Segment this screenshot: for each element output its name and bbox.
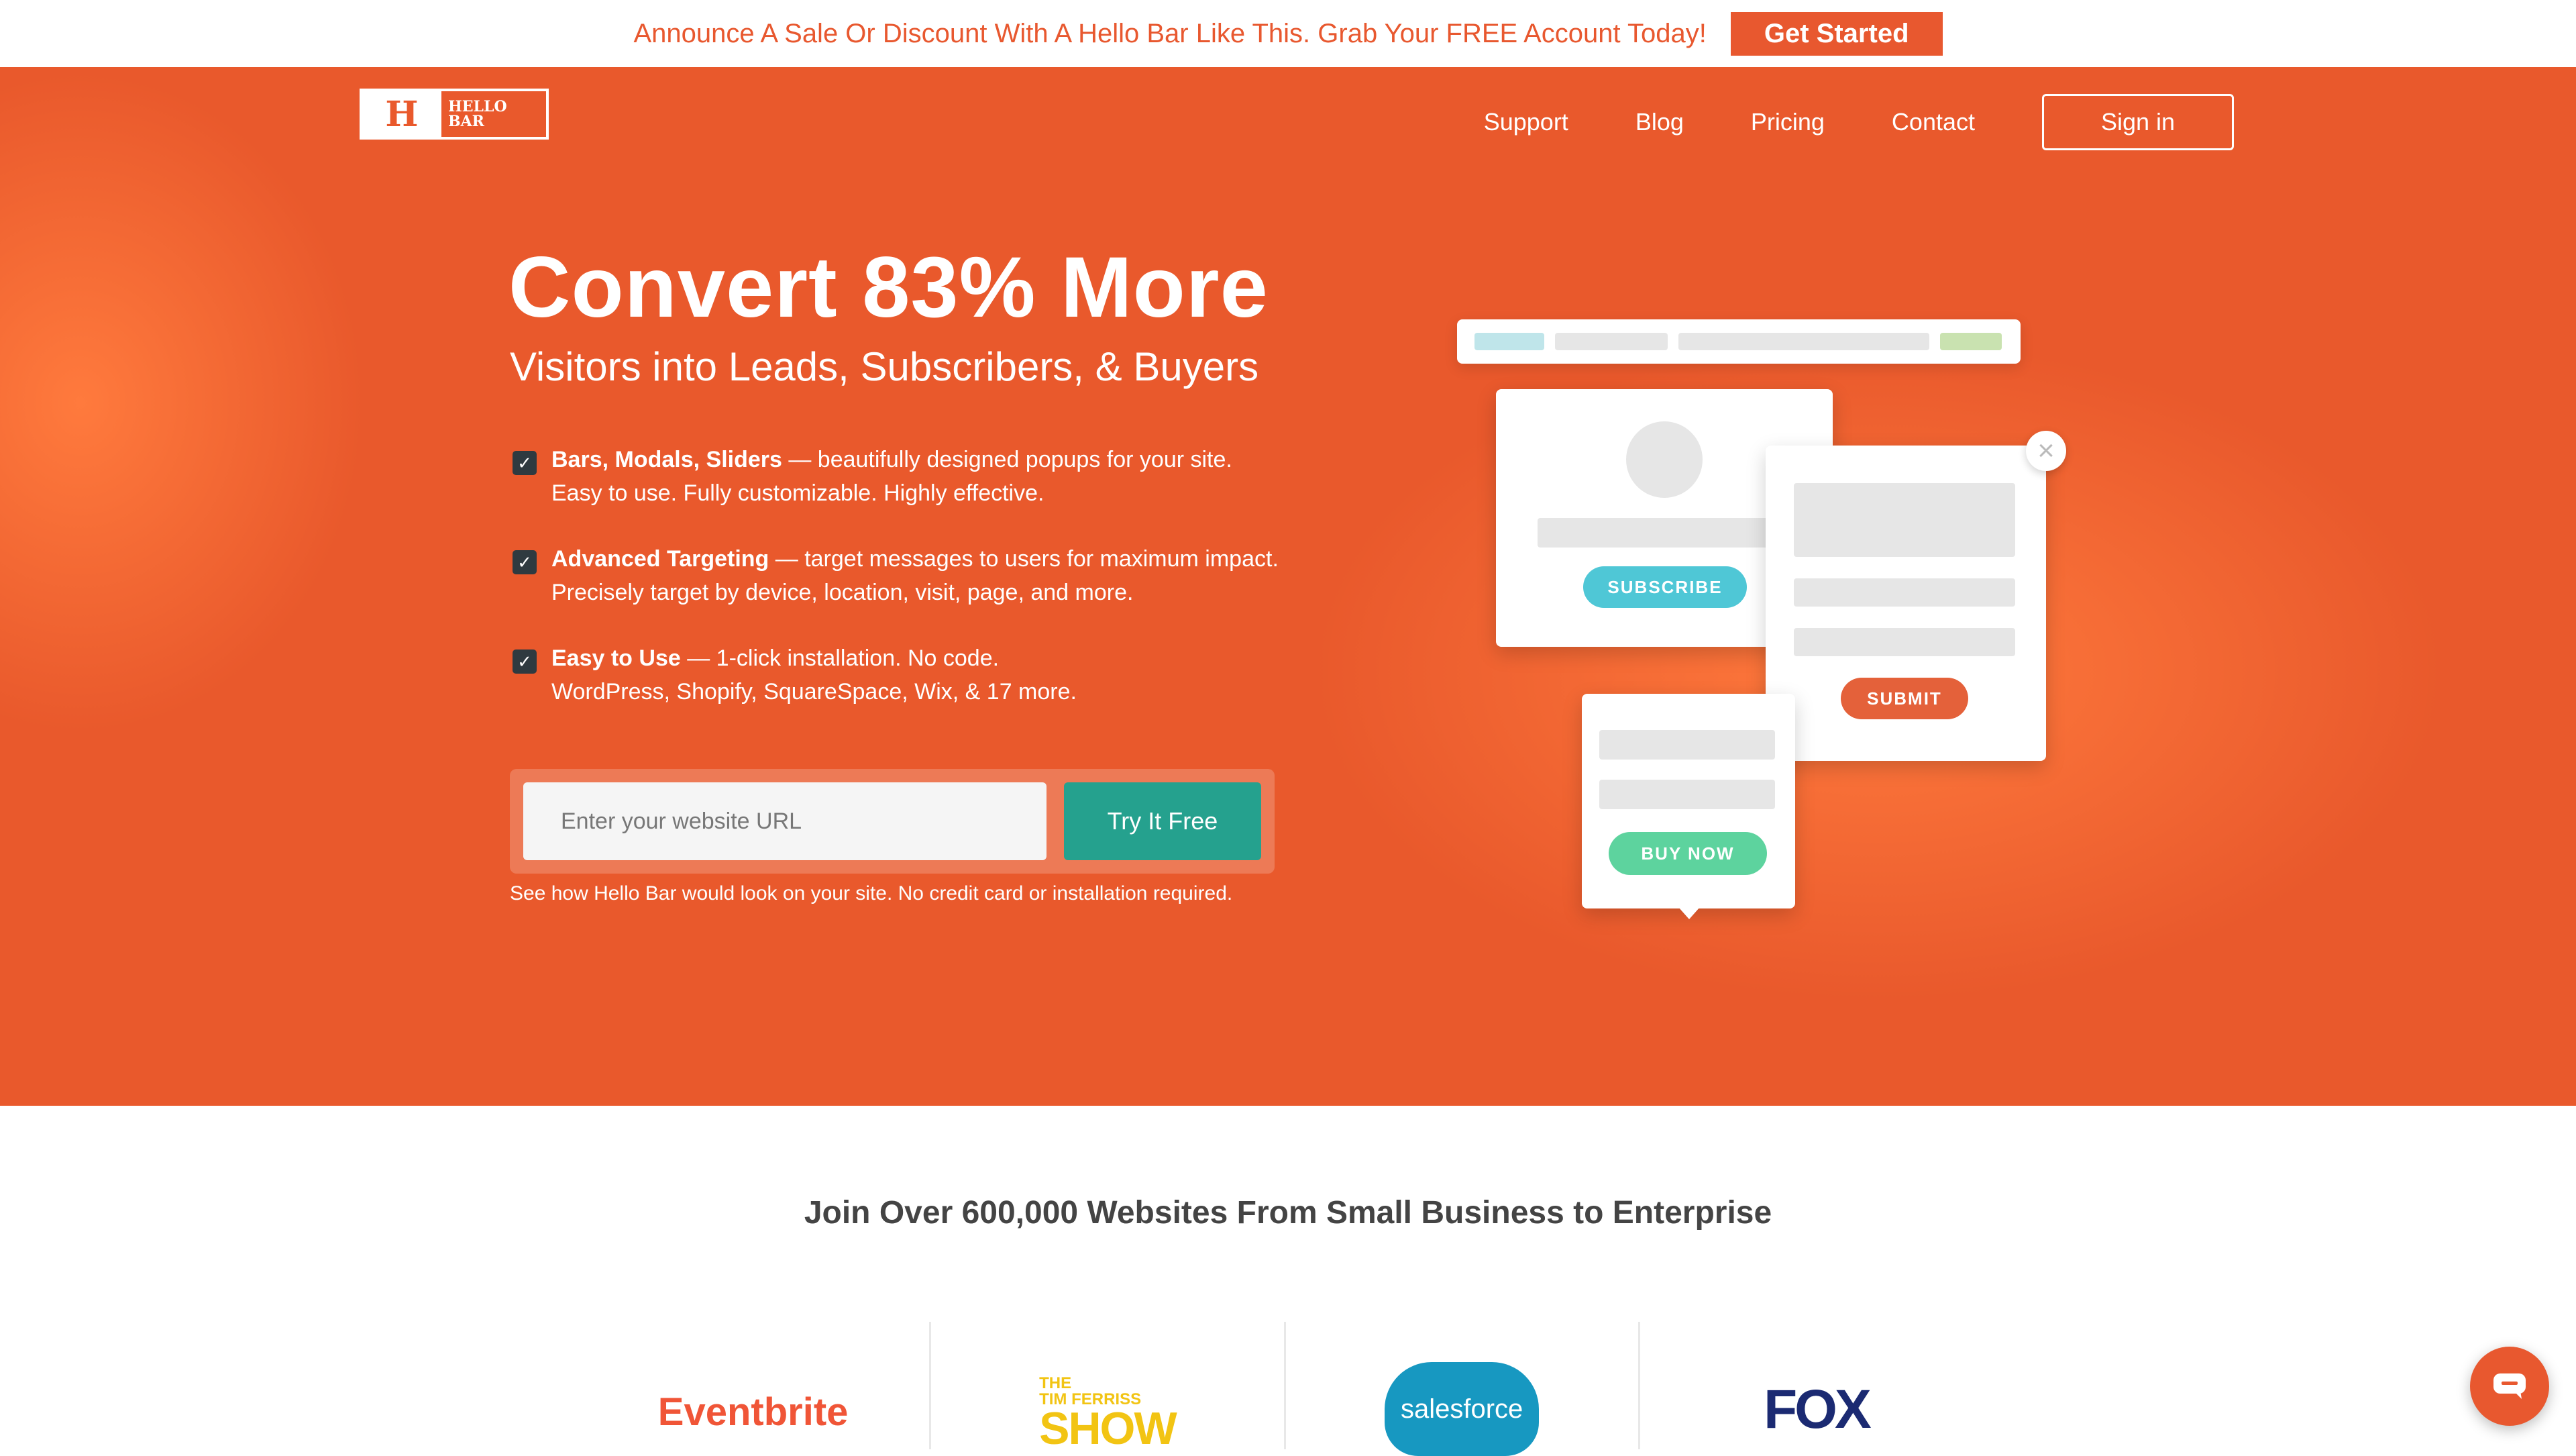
text-placeholder bbox=[1538, 518, 1792, 548]
main-nav: Support Blog Pricing Contact Sign in bbox=[1484, 94, 2234, 150]
feature-list: ✓ Bars, Modals, Sliders — beautifully de… bbox=[513, 443, 1385, 741]
buy-now-card-illustration: BUY NOW bbox=[1582, 694, 1795, 919]
checkmark-icon: ✓ bbox=[513, 649, 537, 674]
text-placeholder bbox=[1794, 628, 2015, 656]
customer-logos: Eventbrite THE TIM FERRISS SHOW salesfor… bbox=[577, 1322, 1992, 1456]
fox-logo: FOX bbox=[1764, 1379, 1872, 1440]
logo-line-2: BAR bbox=[448, 113, 484, 130]
website-url-input[interactable] bbox=[523, 782, 1046, 860]
close-icon: × bbox=[2026, 431, 2066, 471]
sign-in-button[interactable]: Sign in bbox=[2042, 94, 2234, 150]
text-placeholder bbox=[1794, 483, 2015, 557]
chat-button[interactable] bbox=[2470, 1347, 2549, 1426]
feature-detail: WordPress, Shopify, SquareSpace, Wix, & … bbox=[551, 679, 1077, 705]
hero-headline: Convert 83% More bbox=[508, 240, 1269, 335]
logo-wordmark: HELLO BAR bbox=[441, 91, 546, 137]
feature-detail: Precisely target by device, location, vi… bbox=[551, 580, 1134, 605]
tf-line-3: SHOW bbox=[1039, 1403, 1177, 1454]
salesforce-logo: salesforce bbox=[1385, 1362, 1540, 1456]
logo-cell: salesforce bbox=[1286, 1322, 1640, 1456]
browser-segment bbox=[1678, 333, 1929, 350]
feature-description: — 1-click installation. No code. bbox=[680, 645, 1000, 671]
nav-pricing[interactable]: Pricing bbox=[1751, 108, 1825, 136]
logo-cell: FOX bbox=[1640, 1322, 1992, 1449]
tooltip-pointer bbox=[1678, 907, 1700, 919]
logo-line-1: HELLO bbox=[448, 98, 507, 115]
submit-pill: SUBMIT bbox=[1841, 678, 1968, 719]
form-disclaimer: See how Hello Bar would look on your sit… bbox=[510, 882, 1233, 904]
submit-card-illustration: SUBMIT bbox=[1766, 446, 2046, 761]
eventbrite-logo: Eventbrite bbox=[657, 1390, 849, 1434]
feature-item: ✓ Easy to Use — 1-click installation. No… bbox=[513, 641, 1385, 709]
logo-cell: THE TIM FERRISS SHOW bbox=[931, 1322, 1286, 1454]
feature-title: Bars, Modals, Sliders bbox=[551, 447, 782, 472]
subscribe-pill: SUBSCRIBE bbox=[1583, 566, 1747, 608]
logo-cell: Eventbrite bbox=[577, 1322, 932, 1449]
browser-segment bbox=[1940, 333, 2002, 350]
feature-item: ✓ Bars, Modals, Sliders — beautifully de… bbox=[513, 443, 1385, 510]
feature-text: Advanced Targeting — target messages to … bbox=[551, 542, 1279, 609]
feature-title: Advanced Targeting bbox=[551, 546, 769, 572]
logo-mark: H bbox=[362, 91, 441, 137]
tf-line-1: THE bbox=[1039, 1374, 1072, 1392]
chat-icon bbox=[2493, 1373, 2526, 1399]
salesforce-wordmark: salesforce bbox=[1400, 1394, 1523, 1424]
popup-illustration: SUBSCRIBE SUBMIT × BUY NOW bbox=[1449, 309, 2093, 926]
text-placeholder bbox=[1599, 780, 1775, 809]
signup-form: Try It Free bbox=[510, 769, 1275, 874]
nav-support[interactable]: Support bbox=[1484, 108, 1568, 136]
feature-text: Bars, Modals, Sliders — beautifully desi… bbox=[551, 443, 1232, 510]
customers-title: Join Over 600,000 Websites From Small Bu… bbox=[804, 1195, 1772, 1231]
hero-section: H HELLO BAR Support Blog Pricing Contact… bbox=[0, 67, 2576, 1106]
nav-blog[interactable]: Blog bbox=[1635, 108, 1684, 136]
hello-bar-logo[interactable]: H HELLO BAR bbox=[360, 89, 549, 140]
announcement-message: Announce A Sale Or Discount With A Hello… bbox=[633, 18, 1707, 48]
browser-segment bbox=[1555, 333, 1668, 350]
avatar-placeholder bbox=[1626, 421, 1703, 498]
get-started-button[interactable]: Get Started bbox=[1730, 11, 1943, 56]
buy-now-pill: BUY NOW bbox=[1609, 832, 1767, 875]
announcement-bar: Announce A Sale Or Discount With A Hello… bbox=[0, 0, 2576, 69]
try-it-free-button[interactable]: Try It Free bbox=[1064, 782, 1261, 860]
tim-ferriss-show-logo: THE TIM FERRISS SHOW bbox=[1039, 1374, 1177, 1454]
checkmark-icon: ✓ bbox=[513, 550, 537, 574]
feature-description: — target messages to users for maximum i… bbox=[769, 546, 1279, 572]
browser-bar-illustration bbox=[1457, 319, 2021, 364]
text-placeholder bbox=[1794, 578, 2015, 607]
feature-title: Easy to Use bbox=[551, 645, 681, 671]
text-placeholder bbox=[1599, 730, 1775, 760]
feature-detail: Easy to use. Fully customizable. Highly … bbox=[551, 480, 1044, 506]
checkmark-icon: ✓ bbox=[513, 451, 537, 475]
feature-item: ✓ Advanced Targeting — target messages t… bbox=[513, 542, 1385, 609]
feature-text: Easy to Use — 1-click installation. No c… bbox=[551, 641, 1077, 709]
browser-segment bbox=[1474, 333, 1544, 350]
nav-contact[interactable]: Contact bbox=[1892, 108, 1975, 136]
feature-description: — beautifully designed popups for your s… bbox=[782, 447, 1232, 472]
hero-subheadline: Visitors into Leads, Subscribers, & Buye… bbox=[510, 344, 1259, 389]
